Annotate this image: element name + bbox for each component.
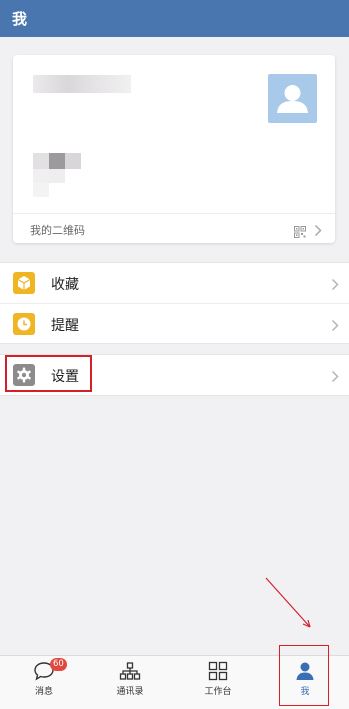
settings-highlight-box xyxy=(5,355,92,392)
cube-icon xyxy=(13,272,35,294)
page-title: 我 xyxy=(12,10,28,28)
annotation-arrow xyxy=(265,577,311,628)
unread-badge: 60 xyxy=(50,658,67,671)
chevron-right-icon xyxy=(331,276,339,295)
menu-item-favorites[interactable]: 收藏 xyxy=(0,263,349,303)
menu-item-label: 收藏 xyxy=(51,277,79,293)
grid-icon xyxy=(208,661,228,685)
clock-icon xyxy=(13,313,35,335)
me-tab-highlight-box xyxy=(279,645,329,706)
tab-label: 通讯录 xyxy=(116,687,144,697)
tab-label: 工作台 xyxy=(204,687,232,697)
blurred-user-name xyxy=(33,75,131,93)
org-chart-icon xyxy=(119,661,141,685)
tab-label: 消息 xyxy=(34,687,53,697)
tab-contacts[interactable]: 通讯录 xyxy=(100,656,160,700)
menu-item-reminders[interactable]: 提醒 xyxy=(0,303,349,343)
tab-workbench[interactable]: 工作台 xyxy=(188,656,248,700)
menu-item-label: 提醒 xyxy=(51,318,79,334)
blurred-user-info xyxy=(33,153,81,197)
chevron-right-icon xyxy=(331,368,339,387)
chevron-right-icon xyxy=(314,222,322,241)
person-icon xyxy=(277,85,308,113)
profile-card[interactable]: 我的二维码 xyxy=(13,55,335,243)
avatar[interactable] xyxy=(268,74,317,123)
qr-code-label: 我的二维码 xyxy=(30,224,85,237)
qr-code-icon xyxy=(294,223,306,242)
chevron-right-icon xyxy=(331,317,339,336)
app-header: 我 xyxy=(0,0,349,37)
tab-messages[interactable]: 60 消息 xyxy=(14,656,74,700)
menu-group-favorites-reminders: 收藏 提醒 xyxy=(0,262,349,344)
qr-code-row[interactable]: 我的二维码 xyxy=(13,213,335,243)
